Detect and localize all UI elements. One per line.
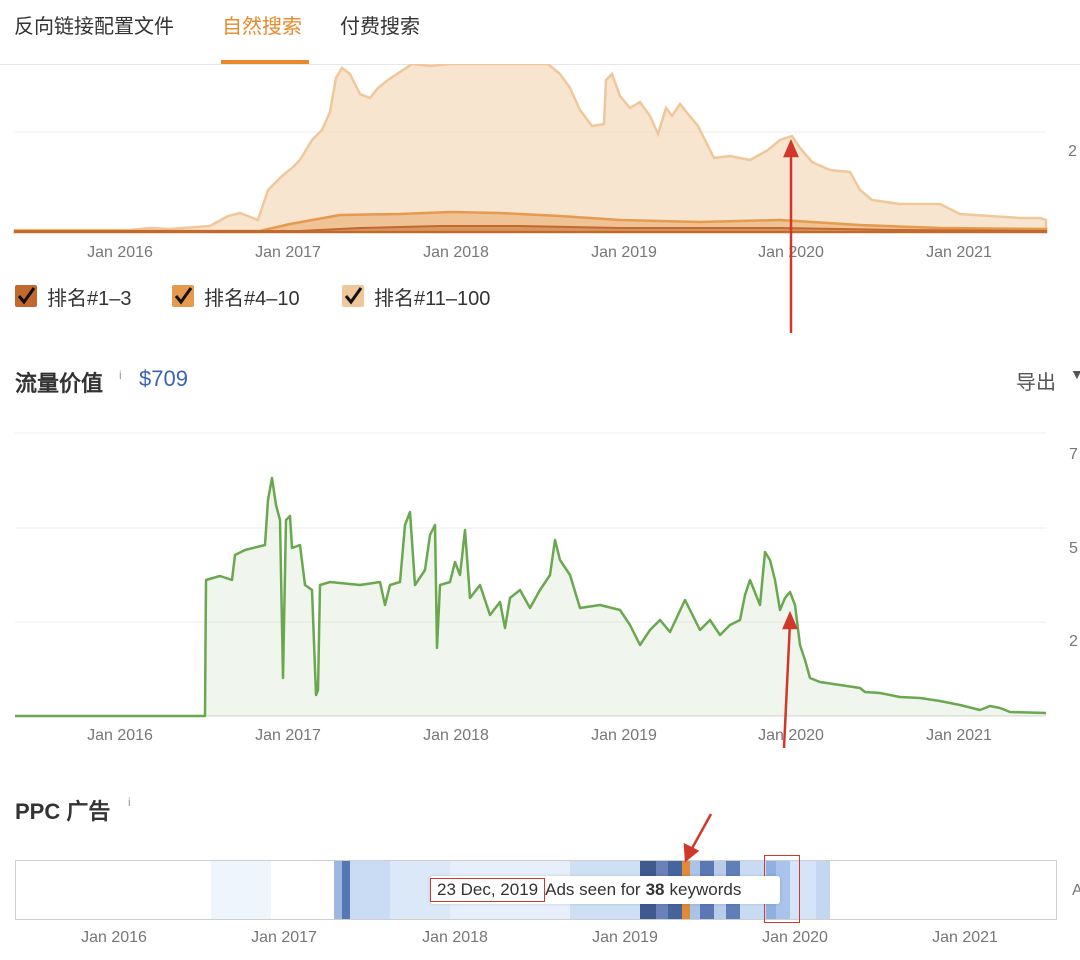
organic-keywords-chart <box>13 64 1048 234</box>
x-axis-label: Jan 2021 <box>926 244 992 261</box>
tooltip-suffix: keywords <box>669 880 742 899</box>
export-button[interactable]: 导出 <box>1016 366 1056 395</box>
x-axis-label: Jan 2020 <box>758 244 824 261</box>
legend-rank-1-3[interactable]: 排名#1–3 <box>15 282 132 310</box>
ppc-right-fragment: A <box>1072 882 1080 899</box>
tab-organic-search[interactable]: 自然搜索 <box>222 10 302 39</box>
legend-label: 排名#11–100 <box>374 287 491 310</box>
x-axis-label: Jan 2021 <box>926 727 992 744</box>
x-axis-label: Jan 2019 <box>591 244 657 261</box>
checkbox-checked-icon[interactable] <box>342 285 364 307</box>
x-axis-label: Jan 2019 <box>591 727 657 744</box>
tooltip-date: 23 Dec, 2019 <box>430 878 546 902</box>
tab-paid-search[interactable]: 付费搜索 <box>340 10 420 39</box>
legend-label: 排名#4–10 <box>204 287 300 310</box>
x-axis-label: Jan 2019 <box>592 929 658 946</box>
red-arrow-icon <box>683 813 713 863</box>
info-icon[interactable]: i <box>119 368 122 382</box>
ppc-band <box>334 861 342 919</box>
x-axis-label: Jan 2017 <box>255 727 321 744</box>
x-axis-label: Jan 2020 <box>758 727 824 744</box>
legend-rank-11-100[interactable]: 排名#11–100 <box>342 282 490 310</box>
traffic-value-title: 流量价值 <box>15 371 104 396</box>
x-axis-label: Jan 2018 <box>423 727 489 744</box>
x-axis-label: Jan 2017 <box>255 244 321 261</box>
x-axis-label: Jan 2016 <box>87 244 153 261</box>
x-axis-label: Jan 2016 <box>87 727 153 744</box>
ppc-ads-title: PPC 广告 <box>15 799 111 824</box>
organic-y-tick: 2 <box>1068 143 1077 160</box>
traffic-value-amount: $709 <box>139 366 188 391</box>
ppc-tooltip: 23 Dec, 2019 Ads seen for 38 keywords <box>430 876 780 904</box>
traffic-y-tick: 5 <box>1069 540 1078 557</box>
x-axis-label: Jan 2020 <box>762 929 828 946</box>
area-rank-11-100 <box>13 64 1048 234</box>
ppc-band <box>342 861 350 919</box>
x-axis-label: Jan 2018 <box>422 929 488 946</box>
x-axis-label: Jan 2016 <box>81 929 147 946</box>
legend-rank-4-10[interactable]: 排名#4–10 <box>172 282 300 310</box>
checkbox-checked-icon[interactable] <box>172 285 194 307</box>
tooltip-prefix: Ads seen for <box>545 880 641 899</box>
tab-backlink-profile[interactable]: 反向链接配置文件 <box>14 10 174 39</box>
chevron-down-icon[interactable]: ▼ <box>1070 366 1080 382</box>
x-axis-label: Jan 2021 <box>932 929 998 946</box>
tooltip-count: 38 <box>645 880 665 899</box>
traffic-value-chart <box>15 432 1047 718</box>
traffic-y-tick: 2 <box>1069 633 1078 650</box>
ppc-band <box>211 861 271 919</box>
traffic-y-tick: 7 <box>1069 446 1078 463</box>
checkbox-checked-icon[interactable] <box>15 285 37 307</box>
ppc-band <box>350 861 390 919</box>
traffic-value-area <box>15 478 1046 716</box>
legend-label: 排名#1–3 <box>47 287 132 310</box>
x-axis-label: Jan 2017 <box>251 929 317 946</box>
info-icon[interactable]: i <box>128 795 131 809</box>
tab-bar: 反向链接配置文件 自然搜索 付费搜索 <box>0 0 1080 65</box>
ppc-band <box>816 861 830 919</box>
x-axis-label: Jan 2018 <box>423 244 489 261</box>
